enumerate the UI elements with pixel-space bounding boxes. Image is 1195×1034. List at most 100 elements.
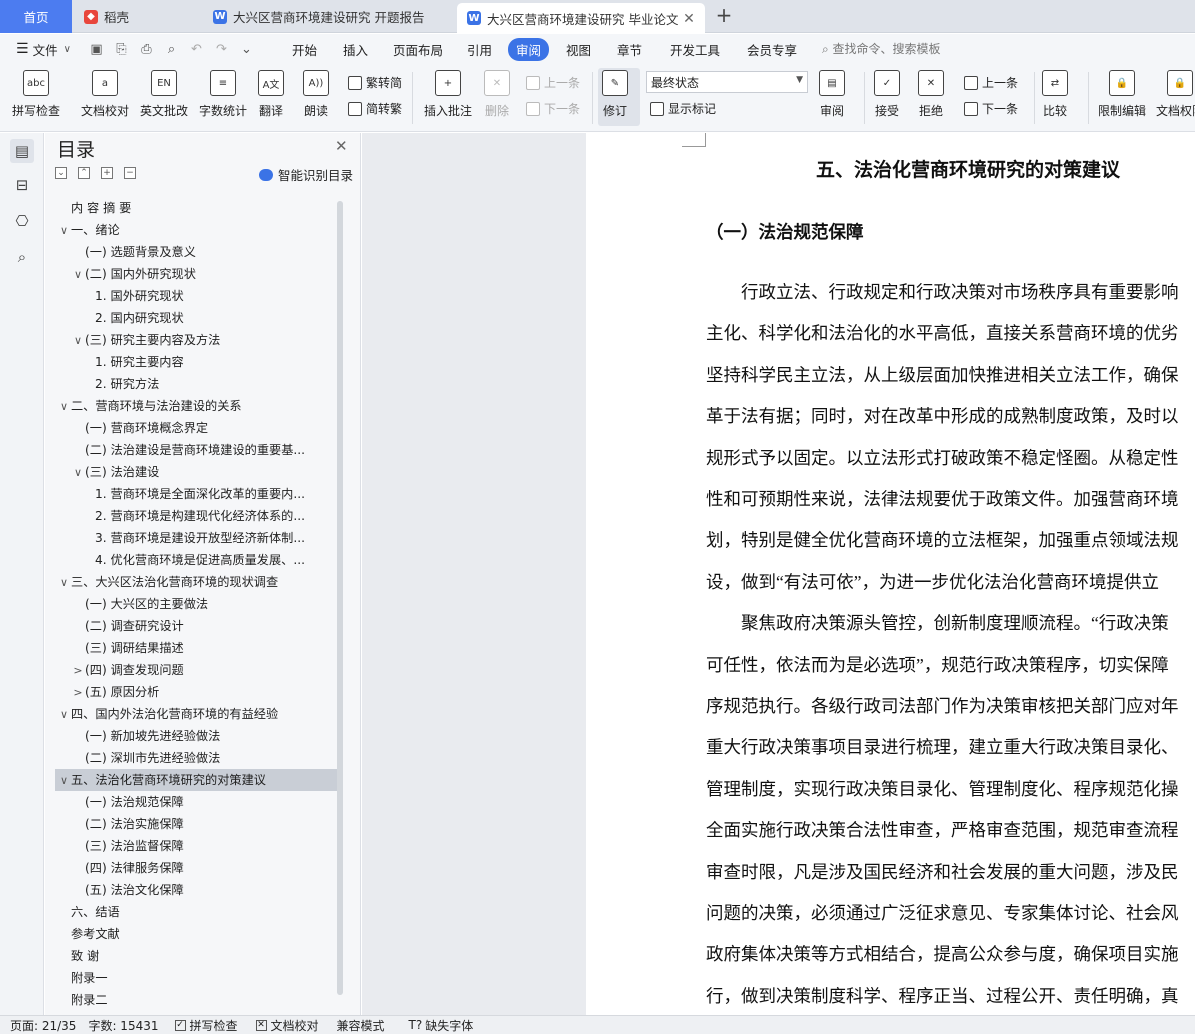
toc-item[interactable]: (二) 调查研究设计 xyxy=(55,615,337,637)
toc-item[interactable]: > (四) 调查发现问题 xyxy=(55,659,337,681)
chevron-down-icon[interactable]: ∨ xyxy=(57,572,71,593)
prev-comment-button[interactable]: 上一条 xyxy=(526,74,580,91)
redo-icon[interactable]: ↷ xyxy=(213,42,230,57)
next-change-button[interactable]: 下一条 xyxy=(964,100,1018,117)
markup-status-select[interactable]: 最终状态 ▼ xyxy=(646,71,808,93)
toc-item[interactable]: ∨ 二、营商环境与法治建设的关系 xyxy=(55,395,337,417)
quick-access-more-icon[interactable]: ⌄ xyxy=(238,42,255,57)
toc-item[interactable]: ∨ 五、法治化营商环境研究的对策建议 xyxy=(55,769,337,791)
close-tab-icon[interactable]: ✕ xyxy=(681,11,697,27)
chevron-down-icon[interactable]: ∨ xyxy=(71,462,85,483)
toc-item[interactable]: (一) 法治规范保障 xyxy=(55,791,337,813)
chevron-right-icon[interactable]: > xyxy=(71,682,85,703)
toc-item[interactable]: (二) 深圳市先进经验做法 xyxy=(55,747,337,769)
toc-item[interactable]: (一) 大兴区的主要做法 xyxy=(55,593,337,615)
tab-insert[interactable]: 插入 xyxy=(343,40,368,59)
toc-item[interactable]: (一) 新加坡先进经验做法 xyxy=(55,725,337,747)
simp-to-trad-button[interactable]: 简转繁 xyxy=(348,100,402,117)
toc-item[interactable]: ∨ (三) 研究主要内容及方法 xyxy=(55,329,337,351)
new-tab-button[interactable]: + xyxy=(712,4,736,28)
toc-item[interactable]: 附录二 xyxy=(55,989,337,1011)
tab-developer[interactable]: 开发工具 xyxy=(670,40,720,59)
file-menu-button[interactable]: ☰ 文件 ∨ xyxy=(16,40,88,59)
word-count-indicator[interactable]: 字数: 15431 xyxy=(88,1017,158,1034)
bookmark-icon[interactable]: ⎔ xyxy=(10,209,34,233)
trad-to-simp-button[interactable]: 繁转简 xyxy=(348,74,402,91)
toc-item[interactable]: ∨ 一、绪论 xyxy=(55,219,337,241)
read-aloud-button[interactable]: A)) 朗读 xyxy=(303,70,329,119)
tab-docer[interactable]: ◆ 稻壳 xyxy=(74,0,200,33)
smart-toc-button[interactable]: 智能识别目录 xyxy=(259,165,353,184)
add-heading-icon[interactable]: + xyxy=(101,167,113,179)
accept-button[interactable]: ✓ 接受 xyxy=(874,70,900,119)
close-icon[interactable]: ✕ xyxy=(335,137,348,155)
document-page[interactable]: 五、法治化营商环境研究的对策建议 （一）法治规范保障 行政立法、行政规定和行政决… xyxy=(586,133,1195,1015)
toc-item[interactable]: 参考文献 xyxy=(55,923,337,945)
chevron-down-icon[interactable]: ∨ xyxy=(57,220,71,241)
toc-item[interactable]: ∨ 三、大兴区法治化营商环境的现状调查 xyxy=(55,571,337,593)
print-preview-icon[interactable]: ⌕ xyxy=(163,42,180,57)
toc-item[interactable]: 1. 营商环境是全面深化改革的重要内... xyxy=(55,483,337,505)
tab-view[interactable]: 视图 xyxy=(566,40,591,59)
toc-item[interactable]: (二) 法治建设是营商环境建设的重要基... xyxy=(55,439,337,461)
tab-member[interactable]: 会员专享 xyxy=(747,40,797,59)
tab-page-layout[interactable]: 页面布局 xyxy=(393,40,443,59)
restrict-editing-button[interactable]: 🔒 限制编辑 xyxy=(1098,70,1146,119)
chevron-down-icon[interactable]: ∨ xyxy=(71,264,85,285)
toc-item[interactable]: (三) 调研结果描述 xyxy=(55,637,337,659)
toc-scrollbar-thumb[interactable] xyxy=(337,201,343,995)
spell-check-button[interactable]: abc 拼写检查 xyxy=(12,70,60,119)
toc-item[interactable]: (五) 法治文化保障 xyxy=(55,879,337,901)
toc-item[interactable]: (三) 法治监督保障 xyxy=(55,835,337,857)
show-markup-button[interactable]: 显示标记 xyxy=(650,100,716,117)
chevron-down-icon[interactable]: ∨ xyxy=(57,770,71,791)
status-spell-check[interactable]: ✓ 拼写检查 xyxy=(174,1017,238,1034)
toc-item[interactable]: ∨ (三) 法治建设 xyxy=(55,461,337,483)
toc-item[interactable]: (一) 选题背景及意义 xyxy=(55,241,337,263)
translate-button[interactable]: A文 翻译 xyxy=(258,70,284,119)
page-indicator[interactable]: 页面: 21/35 xyxy=(10,1017,76,1034)
toc-item[interactable]: 六、结语 xyxy=(55,901,337,923)
expand-all-icon[interactable]: ⌃ xyxy=(78,167,90,179)
chevron-down-icon[interactable]: ∨ xyxy=(57,396,71,417)
toc-item[interactable]: 3. 营商环境是建设开放型经济新体制... xyxy=(55,527,337,549)
toc-item[interactable]: (四) 法律服务保障 xyxy=(55,857,337,879)
toc-item[interactable]: (一) 营商环境概念界定 xyxy=(55,417,337,439)
doc-permission-button[interactable]: 🔒 文档权限 xyxy=(1156,70,1195,119)
chevron-right-icon[interactable]: > xyxy=(71,660,85,681)
missing-font[interactable]: T? 缺失字体 xyxy=(409,1017,474,1034)
print-icon[interactable]: ⎙ xyxy=(138,42,155,57)
collapse-all-icon[interactable]: ⌄ xyxy=(55,167,67,179)
english-review-button[interactable]: EN 英文批改 xyxy=(140,70,188,119)
review-pane-button[interactable]: ▤ 审阅 xyxy=(819,70,845,119)
export-pdf-icon[interactable]: ⎘ xyxy=(113,42,130,57)
toc-item[interactable]: > (五) 原因分析 xyxy=(55,681,337,703)
toc-item[interactable]: 2. 研究方法 xyxy=(55,373,337,395)
undo-icon[interactable]: ↶ xyxy=(188,42,205,57)
toc-item[interactable]: 2. 营商环境是构建现代化经济体系的... xyxy=(55,505,337,527)
tab-review[interactable]: 审阅 xyxy=(508,38,550,61)
doc-proofread-button[interactable]: a 文档校对 xyxy=(81,70,129,119)
tab-references[interactable]: 引用 xyxy=(467,40,492,59)
compare-button[interactable]: ⇄ 比较 xyxy=(1042,70,1068,119)
tab-proposal-report[interactable]: W 大兴区营商环境建设研究 开题报告 xyxy=(203,0,455,33)
prev-change-button[interactable]: 上一条 xyxy=(964,74,1018,91)
command-search[interactable]: ⌕ 查找命令、搜索模板 xyxy=(822,40,941,57)
toc-item[interactable]: 2. 国内研究现状 xyxy=(55,307,337,329)
search-icon[interactable]: ⌕ xyxy=(10,245,34,269)
delete-comment-button[interactable]: ✕ 删除 xyxy=(484,70,510,119)
toc-item[interactable]: 致 谢 xyxy=(55,945,337,967)
track-changes-toggle[interactable]: ✎ 修订 xyxy=(602,70,628,119)
toc-item[interactable]: 附录一 xyxy=(55,967,337,989)
toc-item[interactable]: 1. 研究主要内容 xyxy=(55,351,337,373)
next-comment-button[interactable]: 下一条 xyxy=(526,100,580,117)
reject-button[interactable]: ✕ 拒绝 xyxy=(918,70,944,119)
tab-chapter[interactable]: 章节 xyxy=(617,40,642,59)
tab-thesis[interactable]: W 大兴区营商环境建设研究 毕业论文 ✕ xyxy=(457,3,705,33)
tab-home[interactable]: 首页 xyxy=(0,0,72,33)
toc-item[interactable]: 内 容 摘 要 xyxy=(55,197,337,219)
navigation-icon[interactable]: ⊟ xyxy=(10,173,34,197)
toc-panel-icon[interactable]: ▤ xyxy=(10,139,34,163)
chevron-down-icon[interactable]: ∨ xyxy=(71,330,85,351)
insert-comment-button[interactable]: + 插入批注 xyxy=(424,70,472,119)
